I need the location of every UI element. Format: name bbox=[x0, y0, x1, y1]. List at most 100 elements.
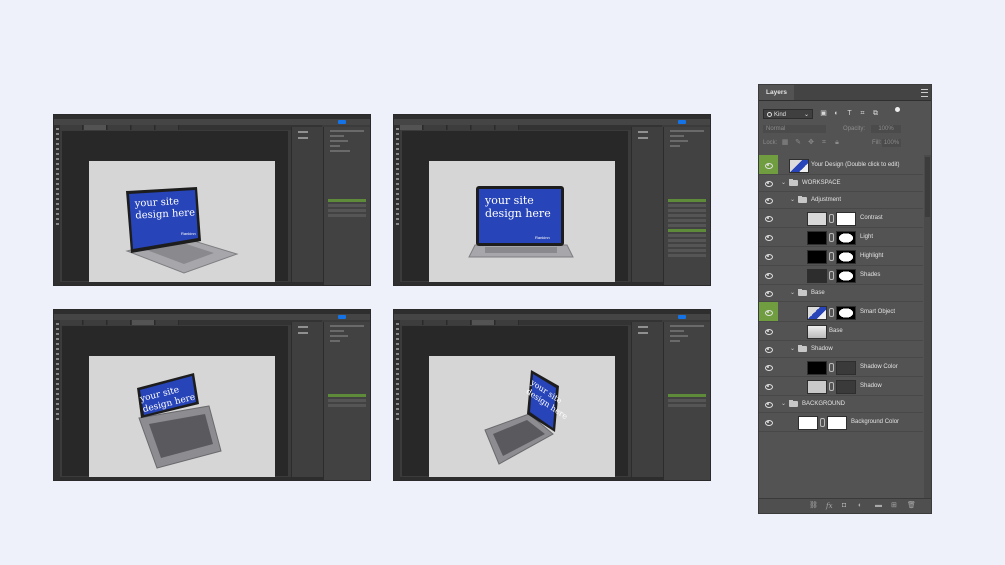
eye-icon[interactable] bbox=[759, 228, 778, 246]
link-icon[interactable] bbox=[829, 363, 834, 372]
share-button[interactable] bbox=[678, 120, 686, 124]
layer-row[interactable]: ⌄ WORKSPACE bbox=[759, 175, 923, 192]
lock-all-icon[interactable]: 🔒︎ bbox=[833, 139, 841, 147]
share-button[interactable] bbox=[338, 120, 346, 124]
eye-icon[interactable] bbox=[759, 358, 778, 376]
trash-icon[interactable]: 🗑︎ bbox=[907, 502, 916, 510]
lock-transparent-icon[interactable]: ▦ bbox=[781, 138, 789, 146]
eye-icon[interactable] bbox=[759, 209, 778, 227]
link-icon[interactable] bbox=[829, 214, 834, 223]
fill-field[interactable]: 100% bbox=[882, 139, 901, 147]
eye-icon[interactable] bbox=[759, 155, 778, 174]
blend-mode-select[interactable]: Normal bbox=[763, 125, 826, 133]
image-icon[interactable]: ▣ bbox=[819, 109, 828, 118]
layer-row[interactable]: Your Design (Double click to edit) bbox=[759, 155, 923, 175]
layer-mask-thumbnail bbox=[836, 231, 856, 245]
shape-icon[interactable]: ⌗ bbox=[858, 109, 867, 118]
layer-row[interactable]: Smart Object bbox=[759, 302, 923, 322]
chevron-down-icon: ⌄ bbox=[803, 112, 809, 118]
layers-panel: Layers Kind ⌄ ▣ ◐ T ⌗ ⧉ Normal Opacity: 100%… bbox=[758, 84, 932, 514]
scrollbar[interactable] bbox=[924, 155, 931, 499]
new-group-icon[interactable]: ▬ bbox=[875, 502, 882, 510]
lock-image-icon[interactable]: ✎ bbox=[794, 138, 802, 146]
layer-thumbnail bbox=[807, 361, 827, 375]
layer-row[interactable]: ⌄ Adjustment bbox=[759, 192, 923, 209]
adjustment-layer-icon[interactable]: ◐ bbox=[858, 502, 862, 510]
layer-mask-thumbnail bbox=[836, 250, 856, 264]
layer-row[interactable]: Base bbox=[759, 322, 923, 341]
layer-mask-thumbnail bbox=[836, 212, 856, 226]
screen-brand: Rankinn bbox=[181, 231, 196, 236]
chevron-down-icon[interactable]: ⌄ bbox=[781, 179, 786, 187]
chevron-down-icon[interactable]: ⌄ bbox=[790, 196, 795, 204]
eye-icon[interactable] bbox=[759, 413, 778, 431]
layer-name: WORKSPACE bbox=[802, 180, 841, 186]
eye-icon[interactable] bbox=[759, 322, 778, 340]
layer-thumbnail bbox=[807, 305, 827, 320]
fx-icon[interactable]: fx bbox=[826, 502, 833, 510]
new-layer-icon[interactable]: ⊞ bbox=[891, 502, 897, 510]
layer-row[interactable]: Shades bbox=[759, 266, 923, 285]
screen-text-line1: your site bbox=[485, 194, 534, 207]
layer-name: Base bbox=[811, 290, 825, 296]
eye-icon[interactable] bbox=[759, 377, 778, 395]
layer-name: Base bbox=[829, 328, 843, 334]
lock-artboard-icon[interactable]: ⌗ bbox=[820, 139, 828, 147]
layer-thumbnail bbox=[798, 416, 818, 430]
layer-row[interactable]: ⌄ Shadow bbox=[759, 341, 923, 358]
filter-toggle[interactable] bbox=[895, 107, 900, 112]
chevron-down-icon[interactable]: ⌄ bbox=[790, 289, 795, 297]
layer-row[interactable]: Shadow Color bbox=[759, 358, 923, 377]
link-icon[interactable] bbox=[829, 271, 834, 280]
eye-icon[interactable] bbox=[759, 285, 778, 301]
share-button[interactable] bbox=[678, 315, 686, 319]
layer-name: Shadow bbox=[860, 383, 882, 389]
chevron-down-icon[interactable]: ⌄ bbox=[790, 345, 795, 353]
filter-kind-select[interactable]: Kind ⌄ bbox=[763, 109, 813, 119]
type-icon[interactable]: T bbox=[845, 109, 854, 118]
layer-thumbnail bbox=[807, 212, 827, 226]
link-icon[interactable]: ⛓ bbox=[809, 502, 818, 510]
toolbar bbox=[54, 125, 60, 285]
eye-icon[interactable] bbox=[759, 341, 778, 357]
document-tabs bbox=[60, 125, 322, 130]
eye-icon[interactable] bbox=[759, 396, 778, 412]
chevron-down-icon[interactable]: ⌄ bbox=[781, 400, 786, 408]
layer-row[interactable]: Contrast bbox=[759, 209, 923, 228]
lock-position-icon[interactable]: ✥ bbox=[807, 138, 815, 146]
mask-icon[interactable]: ◘ bbox=[842, 502, 846, 510]
link-icon[interactable] bbox=[829, 382, 834, 391]
layer-mask-thumbnail bbox=[827, 416, 847, 430]
layer-row[interactable]: ⌄ Base bbox=[759, 285, 923, 302]
link-icon[interactable] bbox=[829, 233, 834, 242]
eye-icon[interactable] bbox=[759, 192, 778, 208]
canvas: your site design here Rankinn bbox=[89, 161, 275, 285]
laptop-mockup-image bbox=[137, 373, 222, 469]
layer-row[interactable]: Highlight bbox=[759, 247, 923, 266]
layer-row[interactable]: Light bbox=[759, 228, 923, 247]
link-icon[interactable] bbox=[829, 252, 834, 261]
adjustment-icon[interactable]: ◐ bbox=[832, 109, 841, 118]
eye-icon[interactable] bbox=[759, 302, 778, 321]
eye-icon[interactable] bbox=[759, 175, 778, 191]
link-icon[interactable] bbox=[820, 418, 825, 427]
eye-icon[interactable] bbox=[759, 266, 778, 284]
layer-row[interactable]: Shadow bbox=[759, 377, 923, 396]
eye-icon[interactable] bbox=[759, 247, 778, 265]
layer-row[interactable]: ⌄ BACKGROUND bbox=[759, 396, 923, 413]
smart-object-icon[interactable]: ⧉ bbox=[871, 109, 880, 118]
folder-icon bbox=[798, 196, 807, 203]
layer-row[interactable]: Background Color bbox=[759, 413, 923, 432]
layer-name: Contrast bbox=[860, 215, 883, 221]
share-button[interactable] bbox=[338, 315, 346, 319]
status-bar bbox=[60, 282, 323, 285]
layer-thumbnail bbox=[807, 325, 827, 339]
panel-menu-icon[interactable] bbox=[921, 89, 928, 97]
layer-thumbnail bbox=[807, 380, 827, 394]
layers-tab[interactable]: Layers bbox=[759, 85, 794, 100]
opacity-field[interactable]: 100% bbox=[871, 125, 901, 133]
link-icon[interactable] bbox=[829, 307, 834, 317]
layer-thumbnail bbox=[807, 250, 827, 264]
laptop-mockup-image bbox=[468, 186, 574, 258]
layer-name: Background Color bbox=[851, 419, 900, 425]
